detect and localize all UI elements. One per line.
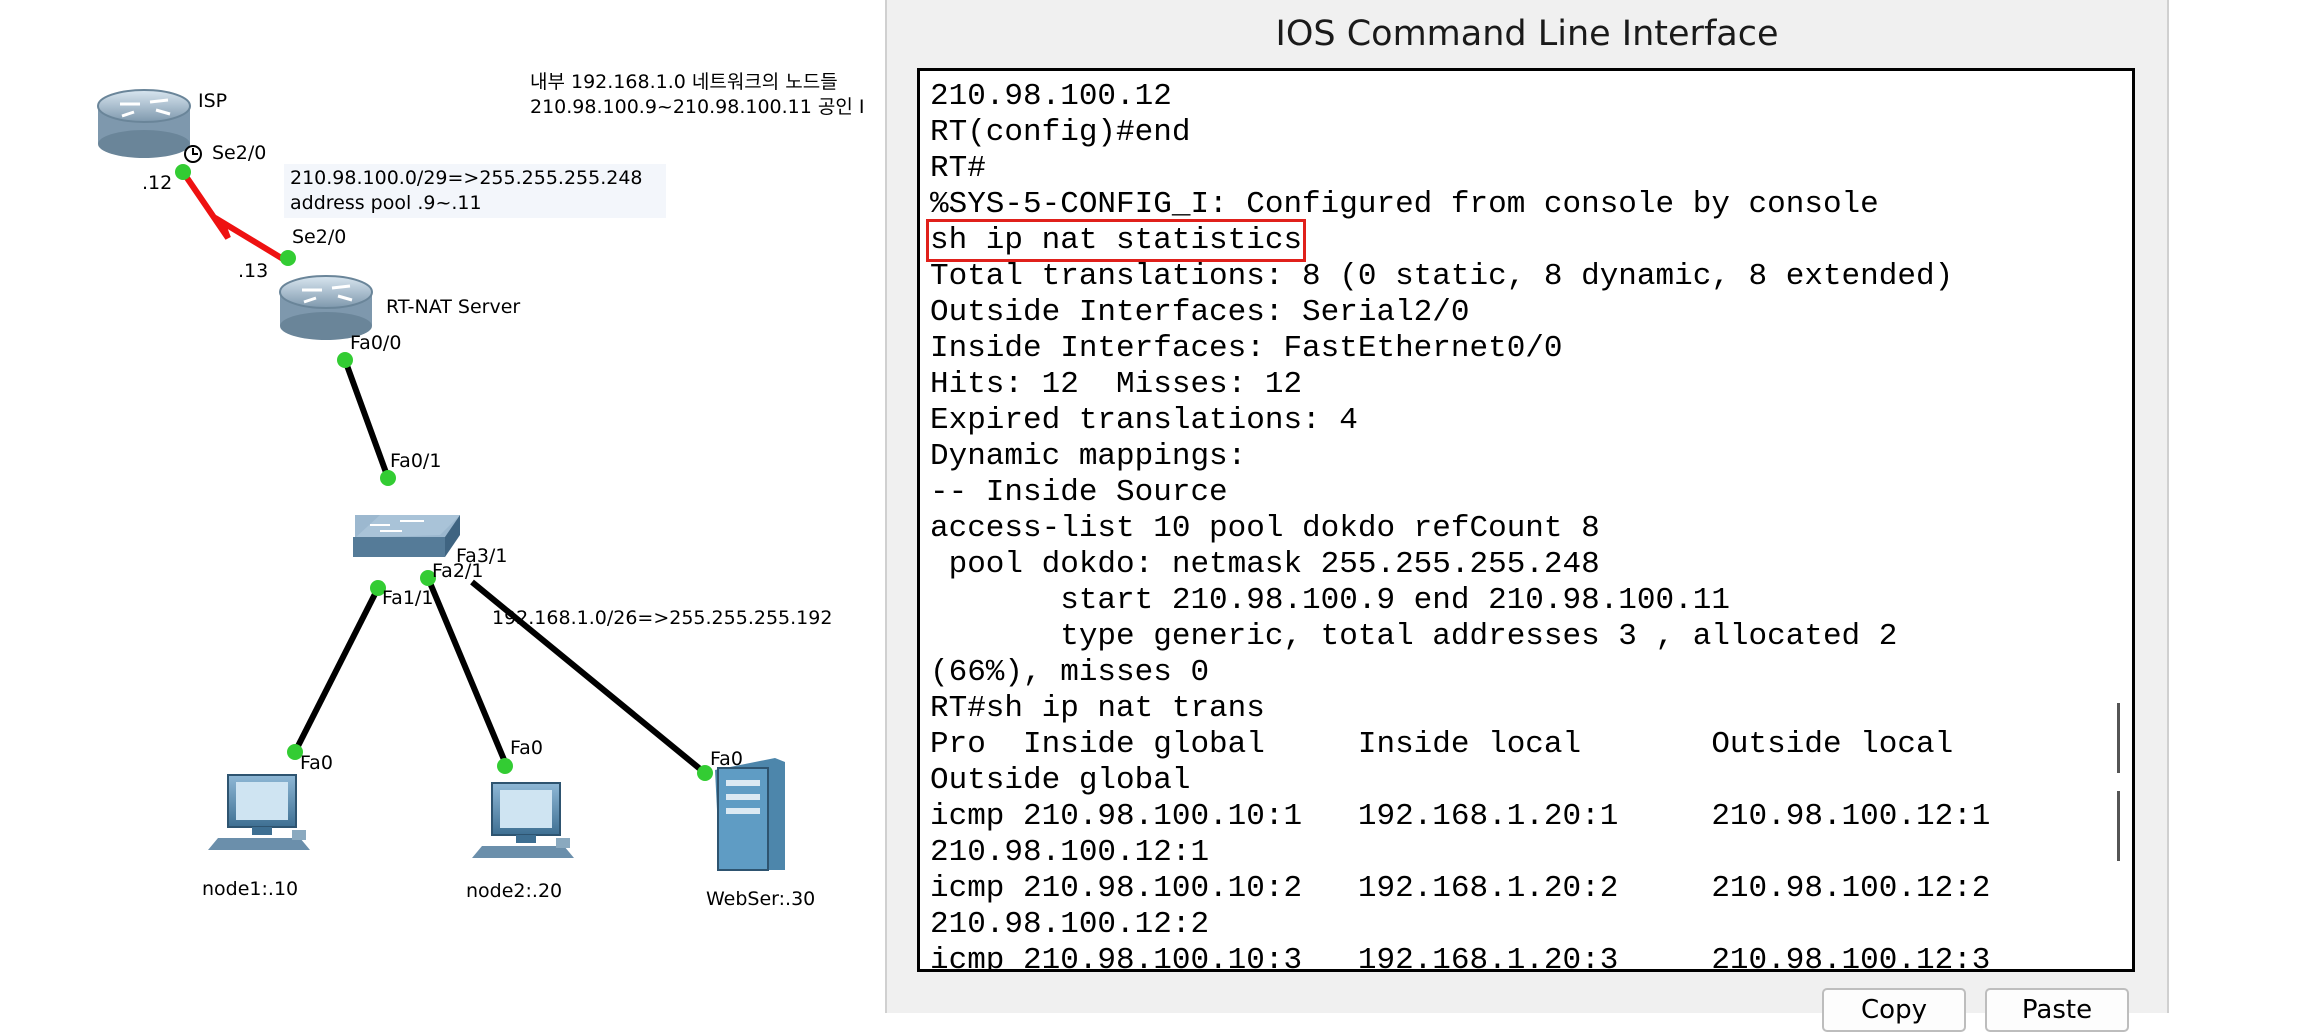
console-line: icmp 210.98.100.10:3 192.168.1.20:3 210.… — [930, 943, 1991, 972]
highlighted-command: sh ip nat statistics — [925, 219, 1307, 262]
node2-label: node2:.20 — [466, 880, 563, 902]
isp-port-label: Se2/0 — [212, 142, 267, 164]
webserver-label: WebSer:.30 — [706, 888, 816, 910]
switch-fa21-port-label: Fa2/1 — [432, 560, 484, 582]
console-line: RT#sh ip nat trans — [930, 691, 1265, 726]
rt-nat-server-label: RT-NAT Server — [386, 296, 521, 318]
console-line: icmp 210.98.100.10:1 192.168.1.20:1 210.… — [930, 799, 1991, 834]
topology-links — [97, 89, 785, 871]
rt-nat-router-icon[interactable] — [279, 275, 373, 340]
console-line: start 210.98.100.9 end 210.98.100.11 — [930, 583, 1730, 618]
cli-window-title: IOS Command Line Interface — [1275, 14, 1779, 54]
wan-note-line-1: 210.98.100.0/29=>255.255.255.248 — [290, 167, 643, 189]
node1-pc-icon[interactable] — [208, 774, 310, 850]
node1-port-label: Fa0 — [300, 752, 333, 774]
console-line: %SYS-5-CONFIG_I: Configured from console… — [930, 187, 1879, 222]
console-line: icmp 210.98.100.10:2 192.168.1.20:2 210.… — [930, 871, 1991, 906]
console-line: Pro Inside global Inside local Outside l… — [930, 727, 1954, 762]
wan-note: 210.98.100.0/29=>255.255.255.248 address… — [284, 164, 666, 218]
note-line-1: 내부 192.168.1.0 네트워크의 노드들 — [530, 71, 838, 93]
scrollbar-thumb-lower[interactable] — [2117, 791, 2120, 861]
console-line: Expired translations: 4 — [930, 403, 1358, 438]
console-output: 210.98.100.12 RT(config)#end RT# %SYS-5-… — [925, 79, 2092, 972]
isp-label: ISP — [198, 90, 228, 112]
console-line: RT(config)#end — [930, 115, 1191, 150]
console-line: pool dokdo: netmask 255.255.255.248 — [930, 547, 1600, 582]
console-line: access-list 10 pool dokdo refCount 8 — [930, 511, 1600, 546]
topology-canvas: 내부 192.168.1.0 네트워크의 노드들 210.98.100.9~21… — [0, 0, 880, 1013]
wan-note-line-2: address pool .9~.11 — [290, 192, 482, 214]
node2-pc-icon[interactable] — [472, 782, 574, 858]
console-line: Dynamic mappings: — [930, 439, 1247, 474]
console-line: Total translations: 8 (0 static, 8 dynam… — [930, 259, 1954, 294]
console-line: RT# — [930, 151, 986, 186]
node2-port-label: Fa0 — [510, 737, 543, 759]
copy-button[interactable]: Copy — [1822, 988, 1966, 1032]
console-line: -- Inside Source — [930, 475, 1228, 510]
clock-icon — [184, 145, 202, 163]
console-scrollbar[interactable] — [2110, 71, 2124, 969]
rt-fa-port-label: Fa0/0 — [350, 332, 402, 354]
link-rt-switch[interactable] — [342, 358, 391, 480]
link-switch-node2[interactable] — [425, 576, 508, 764]
console-line: (66%), misses 0 — [930, 655, 1210, 690]
console-line: 210.98.100.12:2 — [930, 907, 1210, 942]
console-line: 210.98.100.12:1 — [930, 835, 1210, 870]
console-line-highlighted: sh ip nat statistics — [925, 219, 2092, 262]
switch-fa11-port-label: Fa1/1 — [382, 587, 434, 609]
scrollbar-thumb-upper[interactable] — [2117, 703, 2120, 773]
note-line-2: 210.98.100.9~210.98.100.11 공인 I — [530, 96, 865, 118]
rt-ip-label: .13 — [238, 260, 269, 282]
rt-se-port-label: Se2/0 — [292, 226, 347, 248]
node1-label: node1:.10 — [202, 878, 299, 900]
web-server-icon[interactable] — [715, 758, 785, 871]
console-line: Hits: 12 Misses: 12 — [930, 367, 1303, 402]
link-switch-node1[interactable] — [292, 586, 381, 754]
link-status-dots — [175, 164, 713, 781]
isp-ip-label: .12 — [142, 172, 173, 194]
topology-note: 내부 192.168.1.0 네트워크의 노드들 210.98.100.9~21… — [530, 70, 880, 120]
wan-serial-link[interactable] — [180, 170, 290, 265]
console-line: Outside global — [930, 763, 1191, 798]
paste-button[interactable]: Paste — [1985, 988, 2129, 1032]
console-line: 210.98.100.12 — [930, 79, 1172, 114]
cli-console[interactable]: 210.98.100.12 RT(config)#end RT# %SYS-5-… — [917, 68, 2135, 972]
isp-router-icon[interactable] — [97, 89, 191, 158]
console-line: Inside Interfaces: FastEthernet0/0 — [930, 331, 1563, 366]
lan-subnet-note: 192.168.1.0/26=>255.255.255.192 — [492, 607, 833, 629]
ios-cli-window: IOS Command Line Interface 210.98.100.12… — [885, 0, 2169, 1032]
console-line: type generic, total addresses 3 , alloca… — [930, 619, 1898, 654]
web-port-label: Fa0 — [710, 748, 743, 770]
console-line: Outside Interfaces: Serial2/0 — [930, 295, 1470, 330]
switch-icon[interactable] — [353, 515, 460, 557]
switch-uplink-port-label: Fa0/1 — [390, 450, 442, 472]
